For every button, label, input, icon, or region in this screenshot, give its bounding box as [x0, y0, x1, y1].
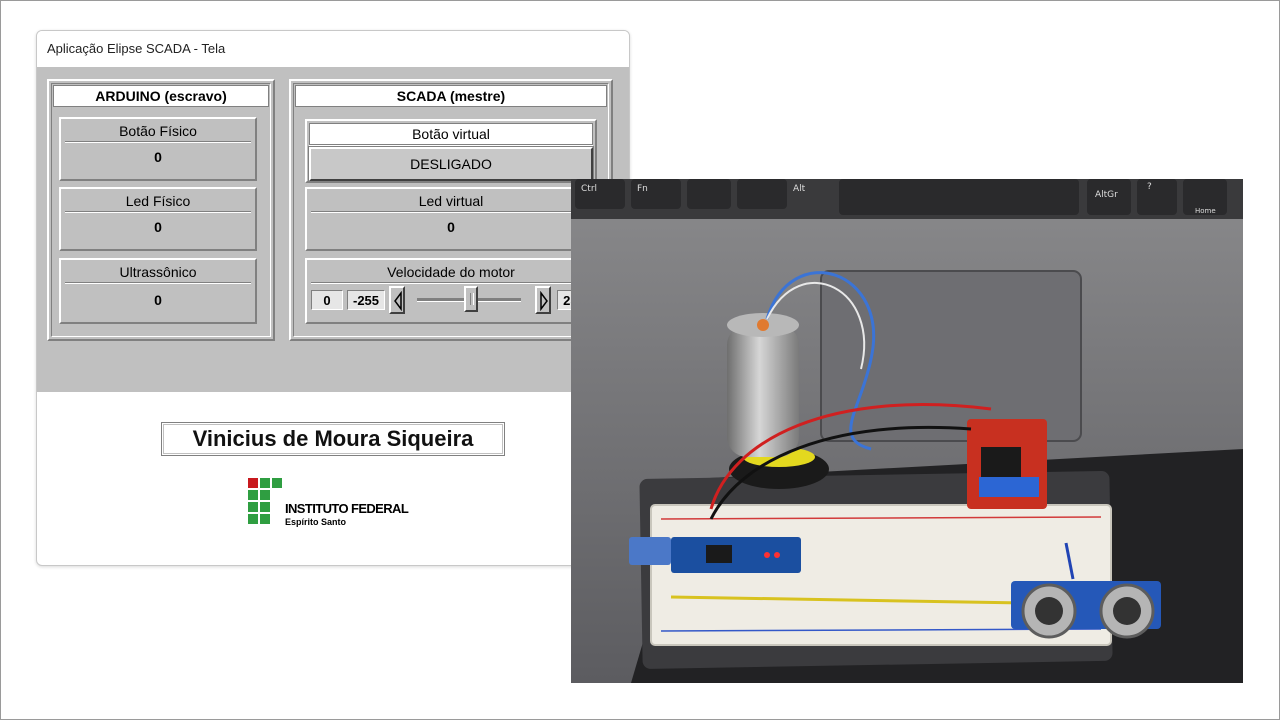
velocidade-motor-box: Velocidade do motor 0 -255 255	[305, 258, 597, 324]
motor-speed-slider-thumb[interactable]	[464, 286, 478, 312]
slider-decrease-button[interactable]	[389, 286, 405, 314]
key-ctrl: Ctrl	[581, 184, 597, 194]
scada-panel-header: SCADA (mestre)	[295, 85, 607, 107]
velocidade-motor-label: Velocidade do motor	[311, 262, 591, 283]
led-fisico-label: Led Físico	[65, 191, 251, 212]
scada-panel: SCADA (mestre) Botão virtual DESLIGADO L…	[289, 79, 613, 341]
key-alt: Alt	[793, 184, 806, 194]
key-altgr: AltGr	[1095, 190, 1118, 200]
botao-virtual-button[interactable]: DESLIGADO	[308, 146, 594, 182]
botao-fisico-label: Botão Físico	[65, 121, 251, 142]
botao-fisico-value: 0	[154, 149, 162, 165]
arrow-right-icon	[540, 291, 548, 311]
hardware-photo: Ctrl Fn Alt AltGr ? Home	[571, 179, 1243, 683]
botao-virtual-box: Botão virtual DESLIGADO	[305, 119, 597, 183]
key-fn: Fn	[637, 184, 648, 194]
hardware-photo-illustration: Ctrl Fn Alt AltGr ? Home	[571, 179, 1243, 683]
arduino-panel: ARDUINO (escravo) Botão Físico 0 Led Fís…	[47, 79, 275, 341]
ultrassonico-box: Ultrassônico 0	[59, 258, 257, 324]
led-virtual-box: Led virtual 0	[305, 187, 597, 251]
led-fisico-box: Led Físico 0	[59, 187, 257, 251]
instituto-federal-logo: INSTITUTO FEDERAL Espírito Santo	[247, 477, 437, 533]
ultrassonico-label: Ultrassônico	[65, 262, 251, 283]
arduino-panel-header: ARDUINO (escravo)	[53, 85, 269, 107]
ultrasonic-sensor	[1011, 581, 1161, 639]
slider-increase-button[interactable]	[535, 286, 551, 314]
scada-window: Aplicação Elipse SCADA - Tela ARDUINO (e…	[36, 30, 630, 566]
led-fisico-value: 0	[154, 219, 162, 235]
motor-speed-min: -255	[347, 290, 385, 310]
botao-virtual-label: Botão virtual	[309, 123, 593, 145]
key-home: Home	[1195, 207, 1216, 215]
arrow-left-icon	[394, 291, 402, 311]
touchpad	[820, 270, 1082, 442]
author-name: Vinicius de Moura Siqueira	[161, 422, 505, 456]
botao-fisico-box: Botão Físico 0	[59, 117, 257, 181]
scada-screen: ARDUINO (escravo) Botão Físico 0 Led Fís…	[37, 67, 629, 392]
led-virtual-label: Led virtual	[311, 191, 591, 212]
ultrassonico-value: 0	[154, 292, 162, 308]
window-title: Aplicação Elipse SCADA - Tela	[47, 41, 226, 56]
logo-line2: Espírito Santo	[285, 517, 347, 527]
motor-speed-value: 0	[311, 290, 343, 310]
title-bar[interactable]: Aplicação Elipse SCADA - Tela	[37, 31, 629, 67]
key-question: ?	[1147, 182, 1152, 192]
logo-line1: INSTITUTO FEDERAL	[285, 501, 409, 516]
led-virtual-value: 0	[447, 219, 455, 235]
arduino-board	[671, 537, 801, 573]
if-logo-icon	[248, 478, 282, 524]
